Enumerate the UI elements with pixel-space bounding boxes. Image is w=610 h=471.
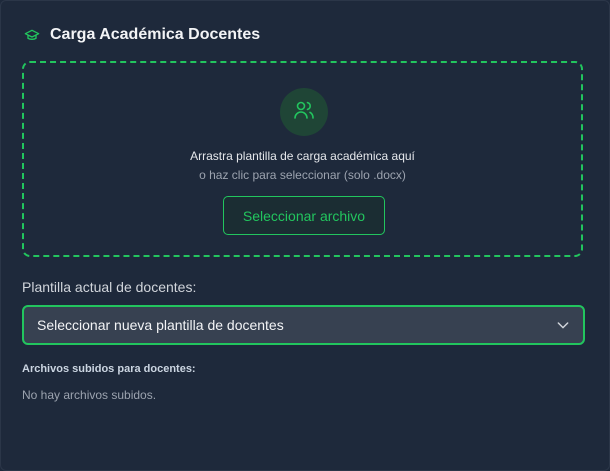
chevron-down-icon bbox=[555, 317, 571, 333]
graduation-cap-icon bbox=[22, 25, 42, 45]
panel-title: Carga Académica Docentes bbox=[50, 26, 261, 43]
users-icon-circle bbox=[280, 88, 328, 136]
teacher-load-panel: Carga Académica Docentes Arrastra planti… bbox=[0, 0, 610, 471]
uploaded-files-empty: No hay archivos subidos. bbox=[22, 388, 157, 402]
template-select-label: Plantilla actual de docentes: bbox=[22, 279, 197, 295]
file-dropzone[interactable]: Arrastra plantilla de carga académica aq… bbox=[22, 61, 583, 257]
template-select[interactable]: Seleccionar nueva plantilla de docentes bbox=[22, 305, 585, 345]
select-file-button[interactable]: Seleccionar archivo bbox=[223, 196, 385, 235]
panel-header: Carga Académica Docentes bbox=[22, 25, 260, 45]
dropzone-instruction: Arrastra plantilla de carga académica aq… bbox=[190, 149, 415, 163]
uploaded-files-heading: Archivos subidos para docentes: bbox=[22, 363, 196, 375]
template-select-value: Seleccionar nueva plantilla de docentes bbox=[37, 317, 284, 333]
users-icon bbox=[292, 98, 316, 127]
dropzone-hint: o haz clic para seleccionar (solo .docx) bbox=[199, 168, 406, 182]
